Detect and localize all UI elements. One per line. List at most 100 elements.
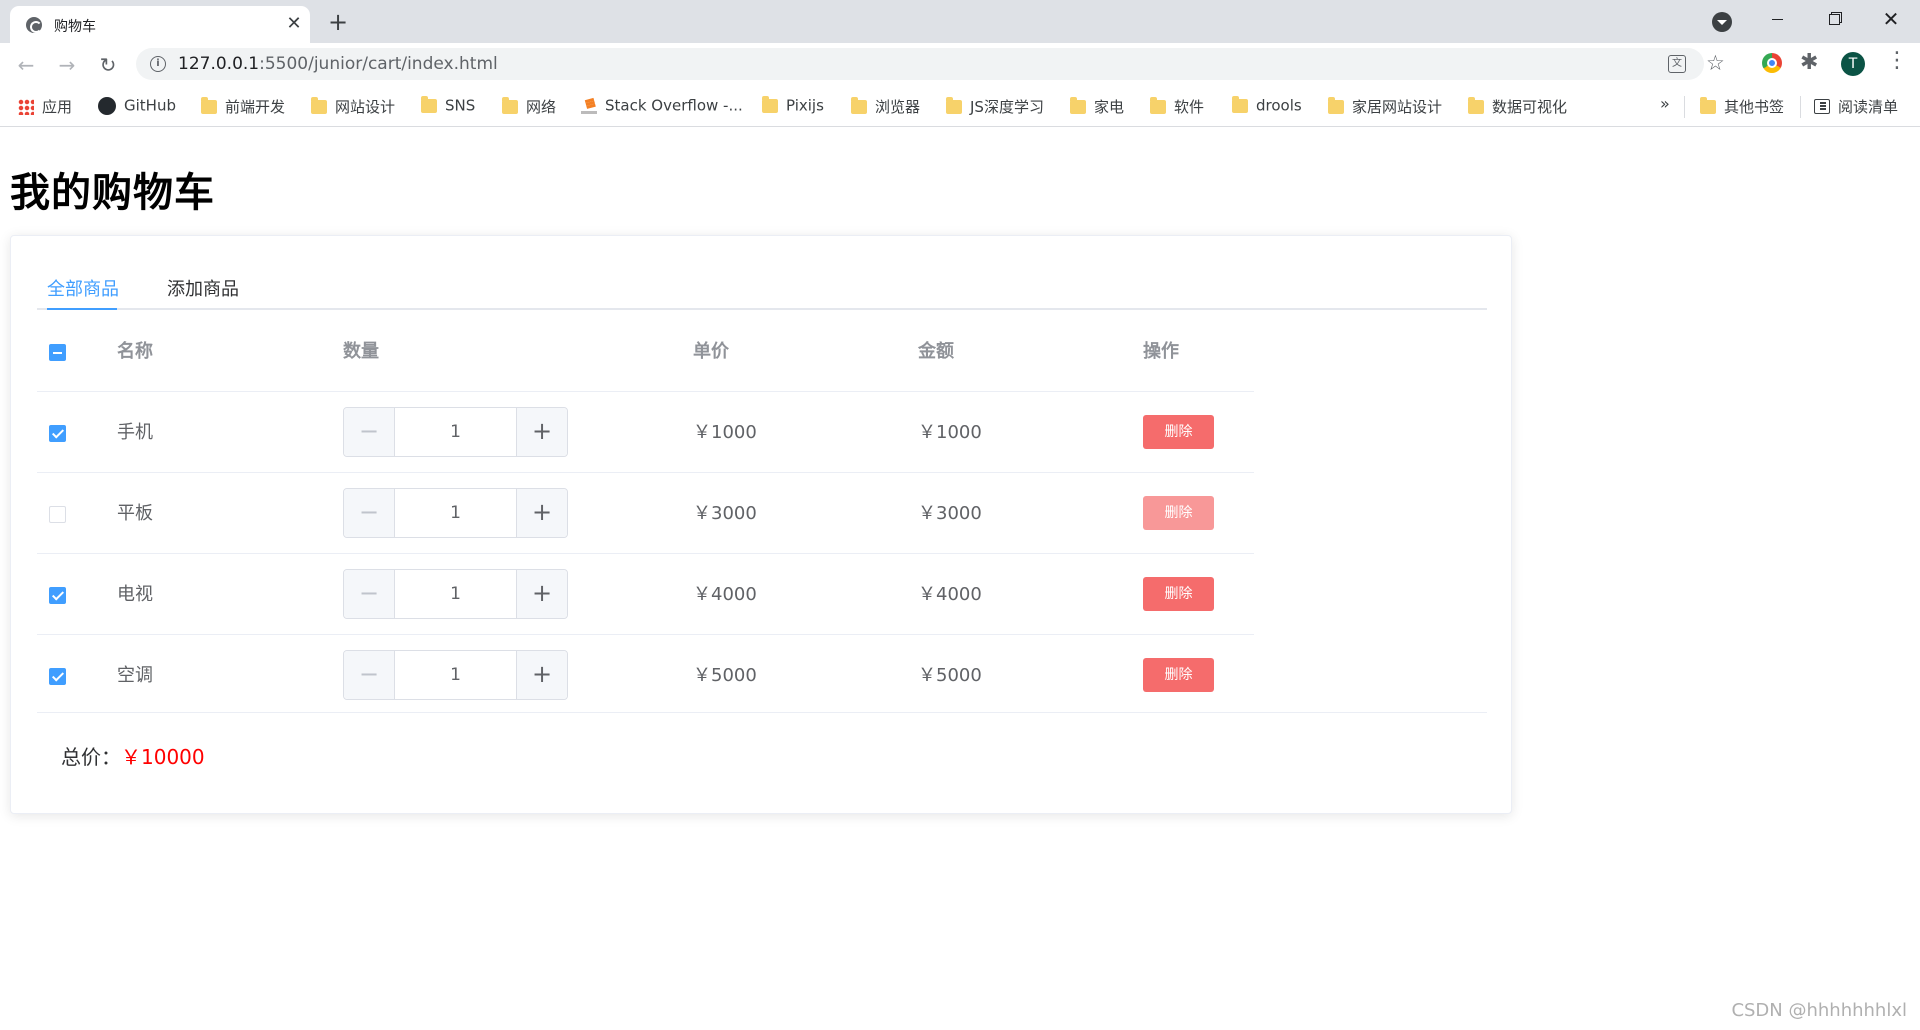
restore-button[interactable] (1811, 0, 1857, 40)
bookmark-label: 软件 (1174, 98, 1205, 116)
extensions-puzzle-icon[interactable]: ✱ (1800, 50, 1818, 75)
folder-icon (421, 95, 437, 113)
bookmark-label: 阅读清单 (1838, 98, 1899, 116)
new-tab-button[interactable]: + (324, 8, 352, 36)
tab-add-product[interactable]: 添加商品 (167, 275, 239, 301)
bookmark-folder[interactable]: 浏览器 (851, 96, 920, 118)
delete-button[interactable]: 删除 (1143, 658, 1214, 692)
bookmark-folder[interactable]: 家电 (1070, 96, 1124, 118)
total-value: ￥10000 (121, 745, 205, 769)
decrease-button[interactable]: − (344, 570, 395, 618)
close-window-button[interactable]: ✕ (1868, 0, 1914, 40)
bookmark-folder[interactable]: Pixijs (762, 95, 824, 118)
delete-button[interactable]: 删除 (1143, 415, 1214, 449)
forward-button[interactable]: → (53, 51, 81, 79)
bookmark-github[interactable]: GitHub (98, 96, 176, 118)
watermark: CSDN @hhhhhhhlxl (1731, 1000, 1907, 1021)
decrease-button[interactable]: − (344, 651, 395, 699)
unit-price: ￥5000 (693, 665, 757, 686)
quantity-stepper: − 1 + (343, 407, 568, 457)
translate-icon[interactable]: 文 (1668, 55, 1686, 73)
bookmark-label: 浏览器 (875, 98, 921, 116)
bookmark-apps[interactable]: 应用 (18, 96, 72, 118)
folder-icon (762, 95, 778, 113)
bookmark-folder[interactable]: JS深度学习 (946, 96, 1044, 118)
globe-icon (26, 17, 42, 33)
total-price: 总价：￥10000 (61, 741, 205, 770)
apps-icon (18, 98, 34, 115)
tab-title: 购物车 (54, 19, 96, 35)
quantity-input[interactable]: 1 (395, 570, 516, 618)
browser-tab[interactable]: 购物车 ✕ (10, 6, 310, 43)
row-checkbox[interactable] (49, 424, 66, 442)
select-all-cell (49, 311, 66, 392)
decrease-button[interactable]: − (344, 408, 395, 456)
close-tab-icon[interactable]: ✕ (284, 14, 304, 34)
bookmark-folder[interactable]: 家居网站设计 (1328, 96, 1442, 118)
more-bookmarks-chevron-icon[interactable]: » (1660, 94, 1670, 113)
product-name: 空调 (117, 665, 153, 686)
decrease-button[interactable]: − (344, 489, 395, 537)
column-header-price: 单价 (693, 341, 729, 362)
reading-list-icon (1814, 99, 1830, 114)
tab-active-indicator (47, 308, 117, 310)
folder-icon (502, 96, 518, 114)
line-amount: ￥3000 (918, 503, 982, 524)
unit-price: ￥4000 (693, 584, 757, 605)
line-amount: ￥5000 (918, 665, 982, 686)
delete-button[interactable]: 删除 (1143, 496, 1214, 530)
folder-icon (851, 96, 867, 114)
row-checkbox[interactable] (49, 505, 66, 523)
bookmark-folder[interactable]: 软件 (1150, 96, 1204, 118)
kebab-menu-icon[interactable]: ⋮ (1886, 49, 1908, 73)
url-text[interactable]: 127.0.0.1:5500/junior/cart/index.html (178, 54, 498, 74)
tab-search-icon[interactable] (1712, 12, 1732, 32)
bookmark-folder[interactable]: drools (1232, 95, 1302, 118)
quantity-input[interactable]: 1 (395, 651, 516, 699)
quantity-input[interactable]: 1 (395, 408, 516, 456)
bookmarks-bar: 应用 GitHub 前端开发 网站设计 SNS 网络 Stack Overflo… (0, 86, 1920, 127)
cart-tabs: 全部商品 添加商品 (37, 236, 1487, 311)
tab-all-products[interactable]: 全部商品 (47, 275, 119, 301)
reload-button[interactable]: ↻ (94, 51, 122, 79)
bookmark-stackoverflow[interactable]: Stack Overflow -... (581, 96, 743, 118)
increase-button[interactable]: + (516, 651, 567, 699)
reading-list[interactable]: 阅读清单 (1814, 96, 1898, 118)
back-button[interactable]: ← (12, 51, 40, 79)
select-all-checkbox[interactable] (49, 343, 66, 361)
increase-button[interactable]: + (516, 408, 567, 456)
chrome-extension-icon[interactable] (1762, 53, 1782, 73)
bookmark-folder[interactable]: 数据可视化 (1468, 96, 1567, 118)
bookmark-label: 家电 (1094, 98, 1125, 116)
row-check-cell (49, 392, 66, 473)
bookmark-folder[interactable]: 网站设计 (311, 96, 395, 118)
increase-button[interactable]: + (516, 570, 567, 618)
bookmark-star-icon[interactable]: ☆ (1706, 51, 1725, 75)
browser-toolbar: ← → ↻ i 127.0.0.1:5500/junior/cart/index… (0, 43, 1920, 86)
bookmark-folder[interactable]: SNS (421, 95, 475, 118)
profile-avatar[interactable]: T (1841, 52, 1865, 76)
bookmark-folder[interactable]: 前端开发 (201, 96, 285, 118)
tabs-divider (37, 308, 1487, 310)
bookmark-label: 前端开发 (225, 98, 286, 116)
bookmark-label: GitHub (124, 96, 176, 115)
cart-card: 全部商品 添加商品 名称 数量 单价 金额 操作 手机 − 1 + ￥1000 … (10, 235, 1512, 814)
increase-button[interactable]: + (516, 489, 567, 537)
info-icon[interactable]: i (150, 56, 166, 72)
column-header-qty: 数量 (343, 341, 379, 362)
other-bookmarks[interactable]: 其他书签 (1700, 96, 1784, 118)
column-header-name: 名称 (117, 341, 153, 362)
delete-button[interactable]: 删除 (1143, 577, 1214, 611)
minimize-button[interactable] (1754, 0, 1800, 40)
quantity-stepper: − 1 + (343, 569, 568, 619)
bookmark-folder[interactable]: 网络 (502, 96, 556, 118)
row-checkbox[interactable] (49, 586, 66, 604)
address-bar[interactable]: i 127.0.0.1:5500/junior/cart/index.html … (136, 48, 1725, 80)
quantity-input[interactable]: 1 (395, 489, 516, 537)
row-checkbox[interactable] (49, 667, 66, 685)
column-header-amount: 金额 (918, 341, 954, 362)
stackoverflow-icon (581, 98, 597, 114)
bookmark-label: 家居网站设计 (1352, 98, 1443, 116)
column-header-op: 操作 (1143, 341, 1179, 362)
folder-icon (1700, 96, 1716, 114)
